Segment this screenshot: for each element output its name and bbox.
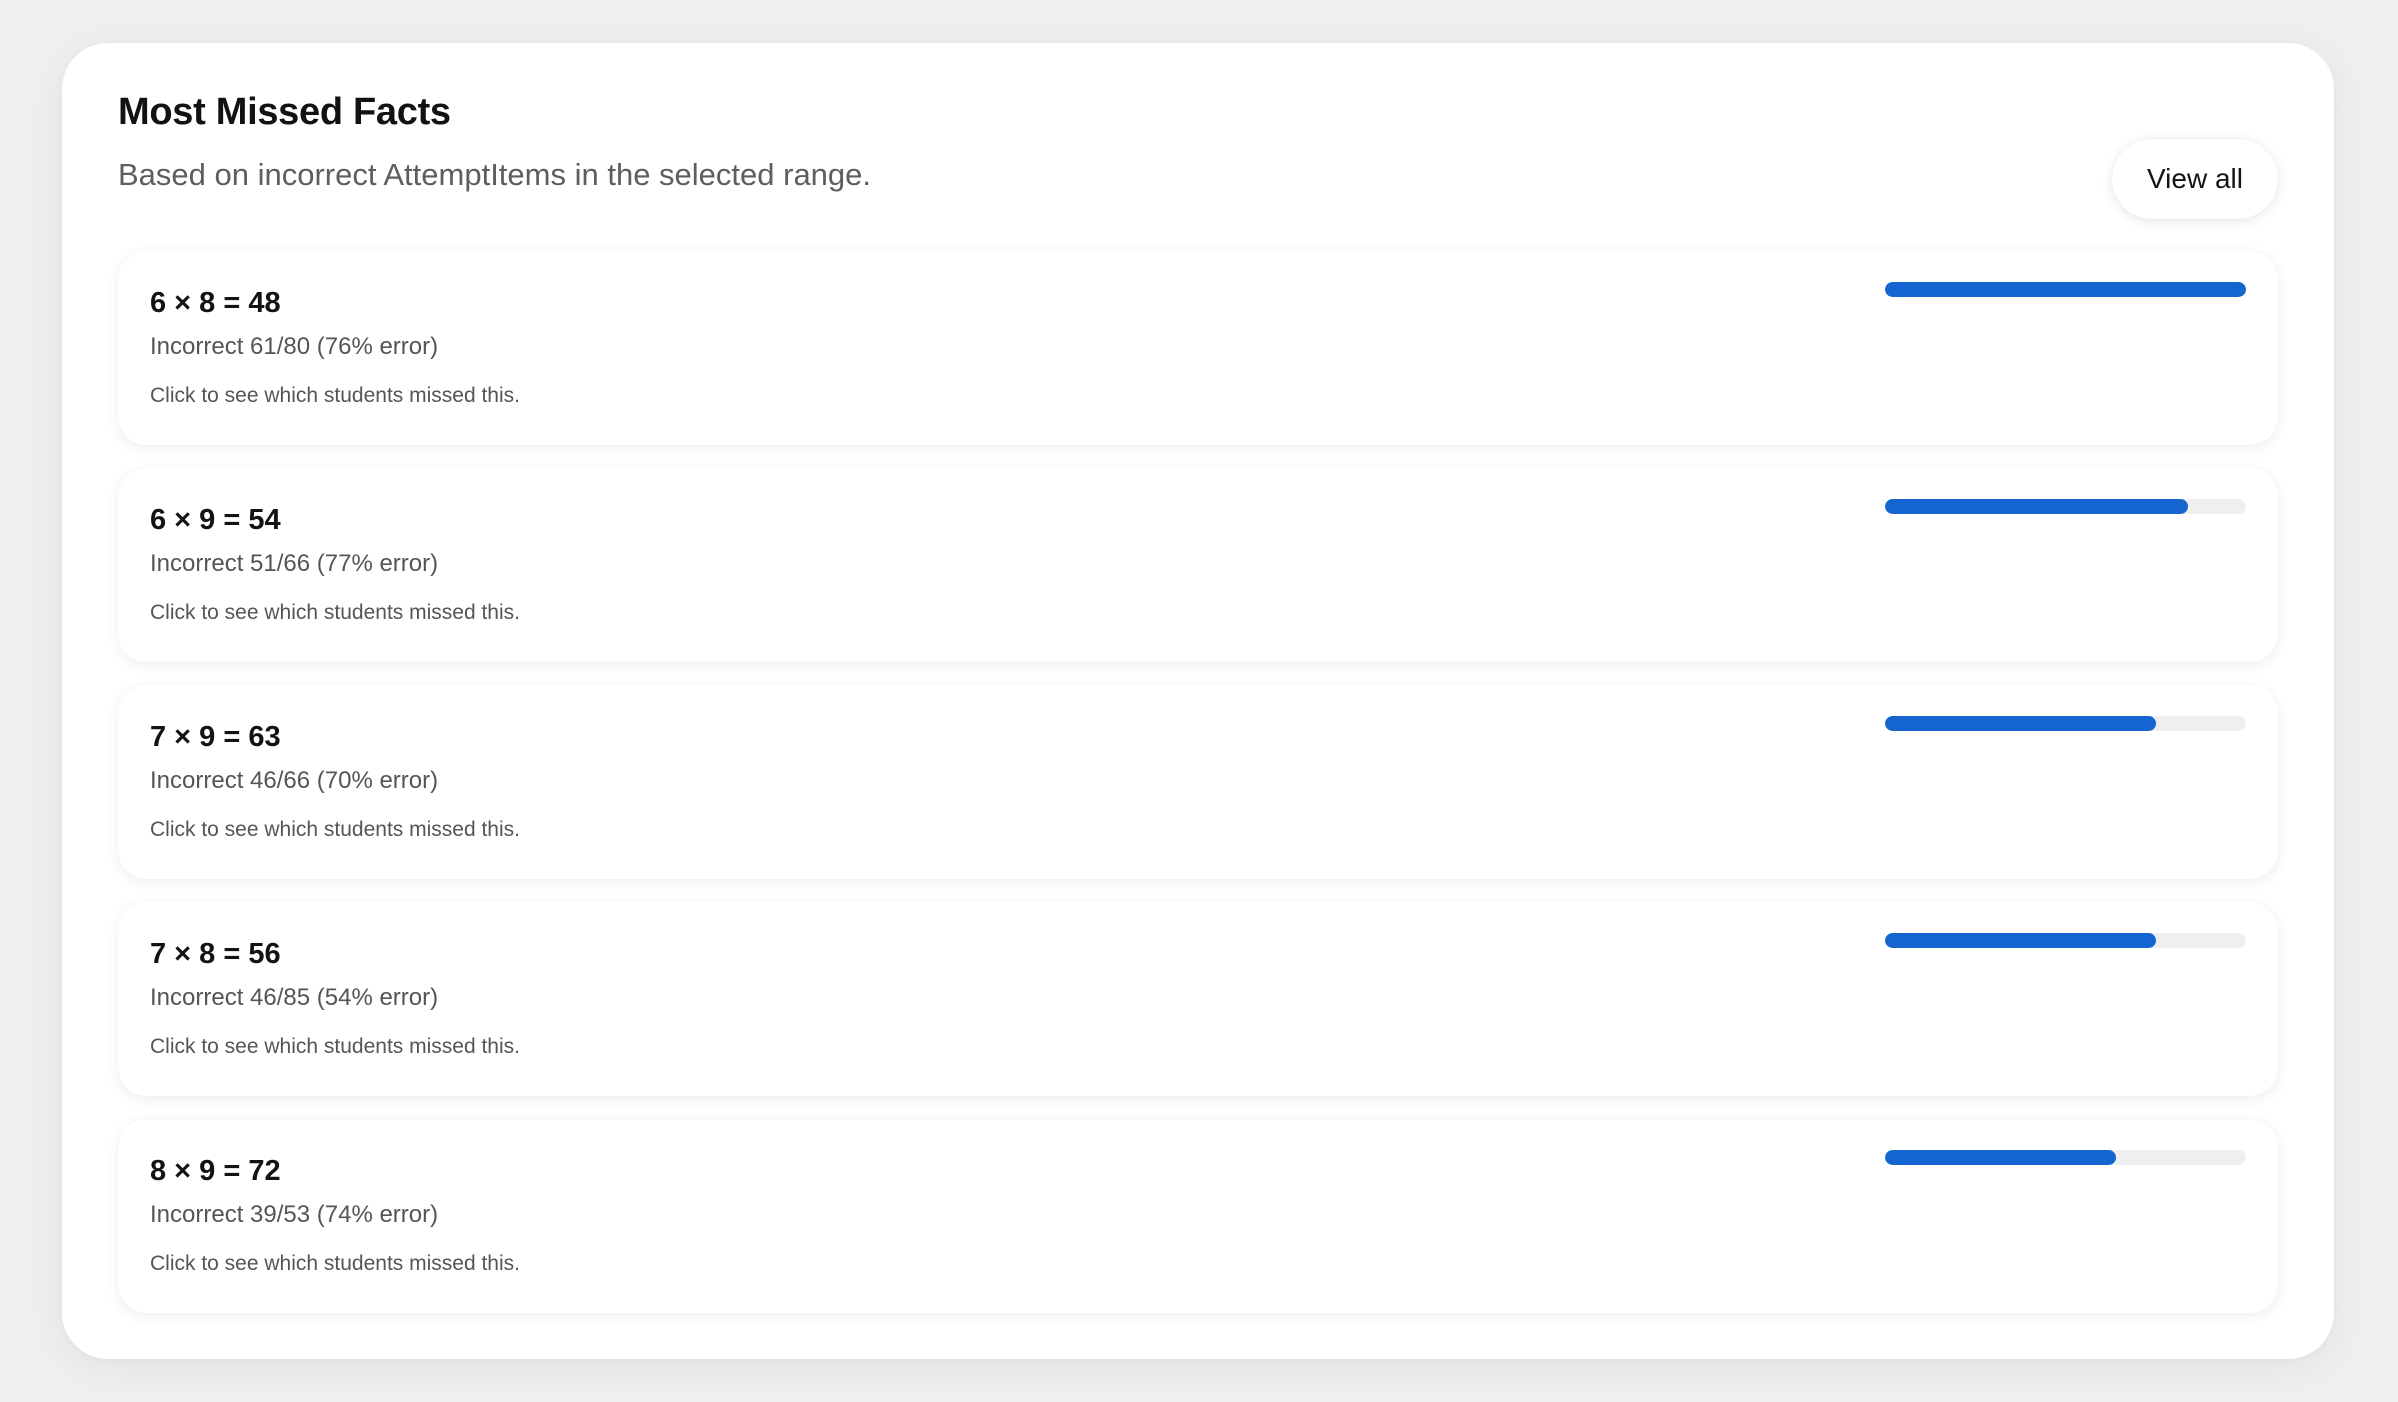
fact-equation: 6 × 8 = 48 (150, 287, 281, 319)
fact-hint: Click to see which students missed this. (150, 818, 520, 841)
fact-row[interactable]: 6 × 8 = 48 Incorrect 61/80 (76% error) C… (118, 251, 2278, 445)
fact-equation: 7 × 9 = 63 (150, 721, 281, 753)
error-bar-track (1885, 499, 2246, 514)
error-bar-fill (1885, 1150, 2117, 1165)
fact-error-stat: Incorrect 46/66 (70% error) (150, 767, 439, 794)
panel-title: Most Missed Facts (118, 91, 451, 133)
error-bar-fill (1885, 282, 2246, 297)
panel-header: Most Missed Facts Based on incorrect Att… (118, 91, 2278, 219)
error-bar-track (1885, 282, 2246, 297)
fact-row[interactable]: 7 × 9 = 63 Incorrect 46/66 (70% error) C… (118, 685, 2278, 879)
error-bar-track (1885, 1150, 2246, 1165)
fact-error-stat: Incorrect 46/85 (54% error) (150, 984, 439, 1011)
error-bar-fill (1885, 933, 2156, 948)
error-bar-track (1885, 716, 2246, 731)
fact-error-stat: Incorrect 61/80 (76% error) (150, 333, 439, 360)
fact-row[interactable]: 7 × 8 = 56 Incorrect 46/85 (54% error) C… (118, 902, 2278, 1096)
error-bar-track (1885, 933, 2246, 948)
fact-equation: 8 × 9 = 72 (150, 1155, 281, 1187)
panel-subtitle: Based on incorrect AttemptItems in the s… (118, 157, 872, 192)
fact-hint: Click to see which students missed this. (150, 1252, 520, 1275)
fact-row[interactable]: 8 × 9 = 72 Incorrect 39/53 (74% error) C… (118, 1119, 2278, 1313)
error-bar-fill (1885, 499, 2189, 514)
fact-hint: Click to see which students missed this. (150, 384, 520, 407)
fact-error-stat: Incorrect 51/66 (77% error) (150, 550, 439, 577)
fact-row[interactable]: 6 × 9 = 54 Incorrect 51/66 (77% error) C… (118, 468, 2278, 662)
fact-hint: Click to see which students missed this. (150, 1035, 520, 1058)
facts-list: 6 × 8 = 48 Incorrect 61/80 (76% error) C… (118, 251, 2278, 1336)
fact-error-stat: Incorrect 39/53 (74% error) (150, 1201, 439, 1228)
fact-equation: 7 × 8 = 56 (150, 938, 281, 970)
fact-equation: 6 × 9 = 54 (150, 504, 281, 536)
view-all-button[interactable]: View all (2112, 139, 2278, 219)
fact-hint: Click to see which students missed this. (150, 601, 520, 624)
error-bar-fill (1885, 716, 2156, 731)
most-missed-facts-panel: Most Missed Facts Based on incorrect Att… (62, 43, 2334, 1359)
